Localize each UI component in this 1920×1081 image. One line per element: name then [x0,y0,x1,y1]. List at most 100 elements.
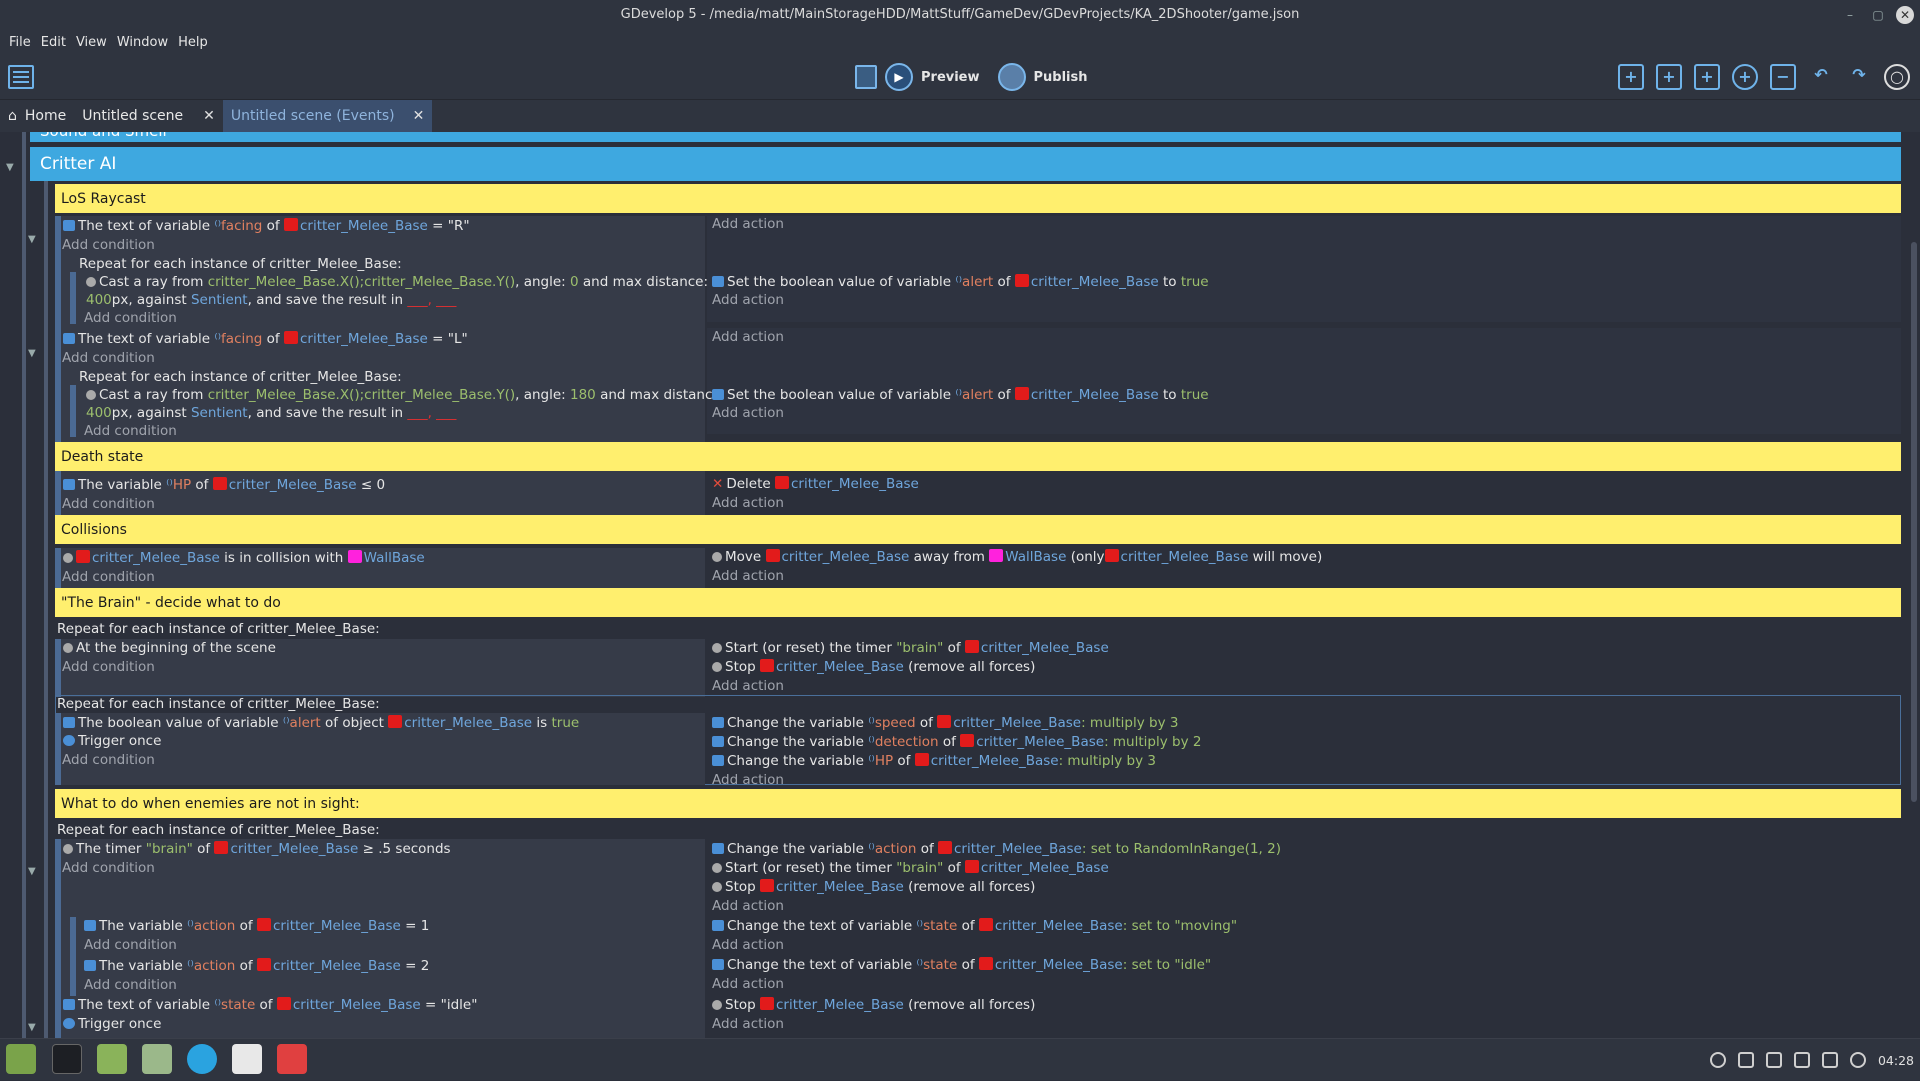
scrollbar-thumb[interactable] [1911,242,1917,802]
tab-home[interactable]: ⌂ Home [0,100,74,132]
publish-button[interactable]: Publish [1034,70,1088,85]
condition-row[interactable]: The boolean value of variable ⁽⁾alert of… [63,715,579,731]
repeat-for-each-header[interactable]: Repeat for each instance of critter_Mele… [79,256,402,272]
add-action-link[interactable]: Add action [712,1016,784,1032]
group-header-critter-ai[interactable]: Critter AI [30,147,1901,181]
preview-button[interactable]: Preview [921,70,980,85]
action-row[interactable]: Change the text of variable ⁽⁾state of c… [712,918,1237,934]
files-icon[interactable] [97,1044,127,1074]
action-row[interactable]: Start (or reset) the timer "brain" of cr… [712,640,1109,656]
volume-icon[interactable] [1821,1052,1838,1068]
collapse-arrow-icon[interactable]: ▼ [28,234,36,245]
condition-row[interactable]: Cast a ray from critter_Melee_Base.X();c… [86,274,708,290]
add-event-icon[interactable]: + [1618,64,1644,90]
network-icon[interactable] [1793,1052,1810,1068]
collapse-arrow-icon[interactable]: ▼ [28,348,36,359]
condition-row[interactable]: The variable ⁽⁾action of critter_Melee_B… [84,918,429,934]
brightness-icon[interactable] [1849,1052,1866,1068]
repeat-for-each-header[interactable]: Repeat for each instance of critter_Mele… [57,822,380,838]
comment-collisions[interactable]: Collisions [55,515,1901,544]
add-action-link[interactable]: Add action [712,976,784,992]
menu-view[interactable]: View [71,35,112,50]
undo-icon[interactable]: ↶ [1808,64,1834,90]
add-action-link[interactable]: Add action [712,772,784,788]
app-icon[interactable] [277,1044,307,1074]
debugger-icon[interactable] [855,65,877,89]
add-subevent-icon[interactable]: + [1656,64,1682,90]
action-row[interactable]: Stop critter_Melee_Base (remove all forc… [712,879,1035,895]
gdevelop-icon[interactable] [232,1044,262,1074]
action-row[interactable]: Move critter_Melee_Base away from WallBa… [712,549,1322,565]
action-row[interactable]: ✕ Delete critter_Melee_Base [712,476,919,492]
add-action-link[interactable]: Add action [712,405,784,421]
add-condition-link[interactable]: Add condition [62,860,155,876]
add-condition-link[interactable]: Add condition [62,350,155,366]
tab-untitled-scene[interactable]: Untitled scene ✕ [74,100,223,132]
browser-icon[interactable] [187,1044,217,1074]
group-header-sound[interactable]: Sound and Smell [30,132,1901,142]
clock[interactable]: 04:28 [1878,1053,1914,1068]
menu-help[interactable]: Help [173,35,213,50]
add-action-link[interactable]: Add action [712,329,784,345]
condition-row[interactable]: The variable ⁽⁾action of critter_Melee_B… [84,958,429,974]
repeat-for-each-header[interactable]: Repeat for each instance of critter_Mele… [79,369,402,385]
repeat-for-each-header[interactable]: Repeat for each instance of critter_Mele… [57,696,380,712]
add-action-link[interactable]: Add action [712,898,784,914]
redo-icon[interactable]: ↷ [1846,64,1872,90]
add-action-link[interactable]: Add action [712,678,784,694]
add-action-link[interactable]: Add action [712,216,784,232]
add-action-link[interactable]: Add action [712,568,784,584]
delete-icon[interactable]: − [1770,64,1796,90]
add-condition-link[interactable]: Add condition [62,752,155,768]
collapse-arrow-icon[interactable]: ▼ [6,162,14,173]
add-action-link[interactable]: Add action [712,937,784,953]
condition-row[interactable]: The variable ⁽⁾HP of critter_Melee_Base … [63,477,385,493]
comment-los-raycast[interactable]: LoS Raycast [55,184,1901,213]
publish-icon[interactable] [997,63,1026,91]
play-icon[interactable]: ▶ [885,63,913,91]
settings-app-icon[interactable] [142,1044,172,1074]
add-condition-link[interactable]: Add condition [62,659,155,675]
project-manager-icon[interactable] [8,65,34,89]
add-circle-icon[interactable]: + [1732,64,1758,90]
menu-window[interactable]: Window [112,35,173,50]
action-row[interactable]: Change the variable ⁽⁾HP of critter_Mele… [712,753,1156,769]
menu-file[interactable]: File [4,35,36,50]
comment-the-brain[interactable]: "The Brain" - decide what to do [55,588,1901,617]
condition-row[interactable]: The timer "brain" of critter_Melee_Base … [63,841,451,857]
add-condition-link[interactable]: Add condition [84,310,177,326]
condition-row[interactable]: Cast a ray from critter_Melee_Base.X();c… [86,387,725,403]
add-condition-link[interactable]: Add condition [62,237,155,253]
mint-icon[interactable] [1709,1052,1726,1068]
menu-icon[interactable] [6,1044,36,1074]
condition-row[interactable]: critter_Melee_Base is in collision with … [63,550,425,566]
add-condition-link[interactable]: Add condition [62,569,155,585]
condition-row[interactable]: Trigger once [63,733,161,749]
add-condition-link[interactable]: Add condition [84,423,177,439]
menu-edit[interactable]: Edit [36,35,71,50]
vertical-scrollbar[interactable] [1908,132,1920,1038]
add-action-link[interactable]: Add action [712,495,784,511]
action-row[interactable]: Change the variable ⁽⁾action of critter_… [712,841,1281,857]
close-icon[interactable]: ✕ [1896,6,1914,24]
add-condition-link[interactable]: Add condition [62,496,155,512]
minimize-icon[interactable]: – [1836,0,1864,30]
condition-row[interactable]: The text of variable ⁽⁾state of critter_… [63,997,477,1013]
add-action-link[interactable]: Add action [712,292,784,308]
action-row[interactable]: Start (or reset) the timer "brain" of cr… [712,860,1109,876]
collapse-arrow-icon[interactable]: ▼ [28,1022,36,1033]
action-row[interactable]: Stop critter_Melee_Base (remove all forc… [712,997,1035,1013]
action-row[interactable]: Change the text of variable ⁽⁾state of c… [712,957,1211,973]
collapse-arrow-icon[interactable]: ▼ [28,866,36,877]
add-condition-link[interactable]: Add condition [84,937,177,953]
action-row[interactable]: Stop critter_Melee_Base (remove all forc… [712,659,1035,675]
repeat-for-each-header[interactable]: Repeat for each instance of critter_Mele… [57,621,380,637]
add-other-event-icon[interactable]: + [1694,64,1720,90]
condition-row[interactable]: At the beginning of the scene [63,640,276,656]
condition-row[interactable]: The text of variable ⁽⁾facing of critter… [63,218,470,234]
maximize-icon[interactable]: ▢ [1864,0,1892,30]
action-row[interactable]: Change the variable ⁽⁾detection of critt… [712,734,1201,750]
add-condition-link[interactable]: Add condition [84,977,177,993]
condition-row[interactable]: The text of variable ⁽⁾facing of critter… [63,331,468,347]
comment-death-state[interactable]: Death state [55,442,1901,471]
